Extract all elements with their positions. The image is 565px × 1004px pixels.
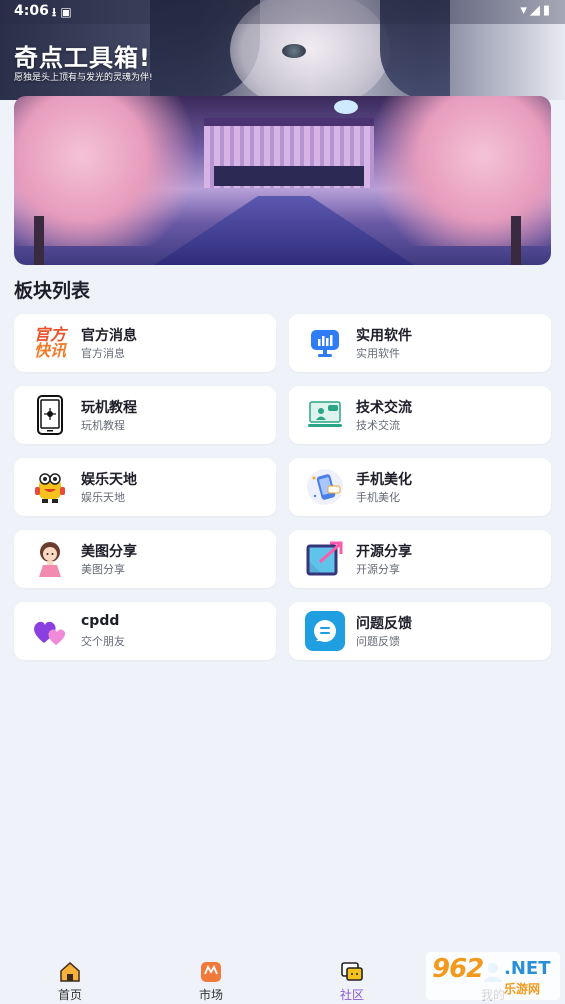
nav-market[interactable]: 市场 — [181, 960, 241, 1003]
notification-icons: ⭳ ▣ — [52, 5, 72, 19]
banner-cherry-tree-left — [14, 96, 214, 246]
card-open-source[interactable]: 开源分享 开源分享 — [289, 530, 551, 588]
official-news-icon: 官方 快讯 — [30, 323, 70, 363]
open-source-icon — [305, 539, 345, 579]
card-subtitle: 交个朋友 — [81, 635, 125, 648]
card-title: cpdd — [81, 613, 120, 629]
nav-market-label: 市场 — [198, 988, 223, 1002]
banner-trunk-right — [511, 216, 521, 265]
nav-community-label: 社区 — [339, 988, 364, 1002]
software-icon — [305, 323, 345, 363]
card-feedback[interactable]: 问题反馈 问题反馈 — [289, 602, 551, 660]
card-title: 官方消息 — [81, 328, 137, 344]
card-entertainment[interactable]: 娱乐天地 娱乐天地 — [14, 458, 276, 516]
card-title: 美图分享 — [81, 544, 137, 560]
watermark-net: .NET — [504, 958, 551, 979]
card-tech-chat[interactable]: 技术交流 技术交流 — [289, 386, 551, 444]
card-subtitle: 美图分享 — [81, 563, 125, 576]
card-title: 实用软件 — [356, 328, 412, 344]
official-icon-line2: 快讯 — [33, 341, 66, 360]
card-subtitle: 娱乐天地 — [81, 491, 125, 504]
card-official-news[interactable]: 官方 快讯 官方消息 官方消息 — [14, 314, 276, 372]
status-bar: 4:06 ⭳ ▣ ▾◢▮ — [0, 0, 565, 24]
card-title: 技术交流 — [356, 400, 412, 416]
card-subtitle: 开源分享 — [356, 563, 400, 576]
status-time: 4:06 — [14, 3, 49, 19]
card-subtitle: 手机美化 — [356, 491, 400, 504]
card-subtitle: 玩机教程 — [81, 419, 125, 432]
app-subtitle: 愿独是头上顶有与发光的灵魂为伴! — [14, 73, 153, 83]
card-cpdd[interactable]: cpdd 交个朋友 — [14, 602, 276, 660]
card-software[interactable]: 实用软件 实用软件 — [289, 314, 551, 372]
card-title: 开源分享 — [356, 544, 412, 560]
phone-icon — [30, 395, 70, 435]
tech-chat-icon — [305, 395, 345, 435]
card-subtitle: 技术交流 — [356, 419, 400, 432]
watermark-sub: 乐游网 — [504, 982, 541, 996]
board-grid: 官方 快讯 官方消息 官方消息 实用软件 实用软件 玩机教程 玩机教程 技术交流… — [14, 314, 551, 660]
card-picture-share[interactable]: 美图分享 美图分享 — [14, 530, 276, 588]
card-subtitle: 实用软件 — [356, 347, 400, 360]
card-title: 娱乐天地 — [81, 472, 137, 488]
banner-trunk-left — [34, 216, 44, 265]
watermark-logo: 962 .NET 乐游网 — [426, 952, 560, 1000]
nav-community[interactable]: 社区 — [322, 960, 382, 1003]
card-title: 问题反馈 — [356, 616, 412, 632]
character-eye — [282, 44, 306, 58]
entertainment-icon — [30, 467, 70, 507]
banner-image[interactable] — [14, 96, 551, 265]
card-phone-beautify[interactable]: 手机美化 手机美化 — [289, 458, 551, 516]
app-title: 奇点工具箱! — [14, 44, 151, 72]
home-icon — [60, 961, 80, 982]
card-subtitle: 问题反馈 — [356, 635, 400, 648]
card-title: 手机美化 — [356, 472, 412, 488]
watermark-number: 962 — [432, 954, 484, 984]
nav-home[interactable]: 首页 — [40, 960, 100, 1003]
section-title: 板块列表 — [14, 280, 91, 302]
system-icons: ▾◢▮ — [520, 3, 553, 18]
banner-cherry-tree-right — [351, 96, 551, 246]
picture-share-icon — [30, 539, 70, 579]
card-title: 玩机教程 — [81, 400, 137, 416]
market-icon — [201, 962, 221, 982]
feedback-icon — [305, 611, 345, 651]
card-phone-tutorial[interactable]: 玩机教程 玩机教程 — [14, 386, 276, 444]
banner-gate-base — [214, 166, 364, 186]
community-icon — [341, 962, 363, 981]
phone-beautify-icon — [305, 467, 345, 507]
card-subtitle: 官方消息 — [81, 347, 125, 360]
nav-home-label: 首页 — [57, 988, 82, 1002]
hearts-icon — [30, 611, 70, 651]
